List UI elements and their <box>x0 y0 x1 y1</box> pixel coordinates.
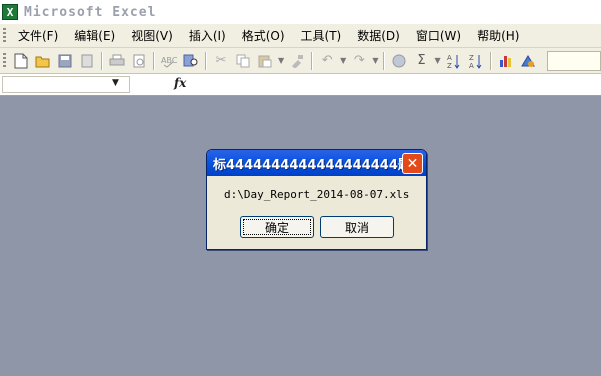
svg-text:A: A <box>447 54 452 62</box>
zoom-box[interactable] <box>547 50 601 71</box>
cut-icon[interactable]: ✂ <box>211 51 231 71</box>
new-icon[interactable] <box>11 51 31 71</box>
dialog-message: d:\Day_Report_2014-08-07.xls <box>224 188 410 201</box>
toolbar-grip-handle[interactable] <box>3 52 6 69</box>
dialog-body: d:\Day_Report_2014-08-07.xls 确定 取消 <box>207 176 426 249</box>
research-icon[interactable] <box>181 51 201 71</box>
name-box-dropdown-icon[interactable]: ▼ <box>112 78 119 88</box>
svg-text:A: A <box>469 62 474 69</box>
svg-text:Z: Z <box>447 62 452 69</box>
paste-dropdown-arrow-icon[interactable]: ▼ <box>278 56 284 65</box>
insert-function-icon[interactable]: fx <box>174 76 186 90</box>
print-preview-icon[interactable] <box>129 51 149 71</box>
menu-help[interactable]: 帮助(H) <box>469 27 527 44</box>
svg-text:ABC: ABC <box>161 56 177 65</box>
menu-tools[interactable]: 工具(T) <box>293 27 350 44</box>
hyperlink-icon[interactable] <box>389 51 409 71</box>
menu-insert[interactable]: 插入(I) <box>181 27 234 44</box>
toolbar-separator <box>311 51 314 70</box>
spelling-icon[interactable]: ABC <box>159 51 179 71</box>
dialog-title: 标4444444444444444444题 <box>213 157 411 173</box>
undo-icon[interactable]: ↶ <box>317 51 337 71</box>
dialog-title-bar[interactable]: 标4444444444444444444题 ✕ <box>207 150 426 176</box>
drawing-icon[interactable] <box>518 51 538 71</box>
window-title: Microsoft Excel <box>24 4 157 20</box>
autosum-dropdown-arrow-icon[interactable]: ▼ <box>434 56 440 65</box>
toolbar-separator <box>489 51 492 70</box>
open-icon[interactable] <box>33 51 53 71</box>
menu-data[interactable]: 数据(D) <box>349 27 408 44</box>
title-bar: X Microsoft Excel <box>0 0 601 24</box>
name-box[interactable] <box>2 76 130 93</box>
copy-icon[interactable] <box>233 51 253 71</box>
menu-file[interactable]: 文件(F) <box>10 27 66 44</box>
sort-descending-icon[interactable]: ZA <box>466 51 486 71</box>
autosum-icon[interactable]: Σ <box>411 51 431 71</box>
ok-button[interactable]: 确定 <box>240 216 314 238</box>
print-icon[interactable] <box>107 51 127 71</box>
redo-dropdown-arrow-icon[interactable]: ▼ <box>372 56 378 65</box>
menubar-grip-handle[interactable] <box>3 27 6 44</box>
message-dialog: 标4444444444444444444题 ✕ d:\Day_Report_20… <box>206 149 427 250</box>
svg-text:Z: Z <box>469 54 474 62</box>
paste-icon[interactable] <box>255 51 275 71</box>
redo-icon[interactable]: ↷ <box>349 51 369 71</box>
chart-wizard-icon[interactable] <box>496 51 516 71</box>
sort-ascending-icon[interactable]: AZ <box>444 51 464 71</box>
menu-view[interactable]: 视图(V) <box>123 27 181 44</box>
close-icon[interactable]: ✕ <box>402 153 423 174</box>
format-painter-icon[interactable] <box>287 51 307 71</box>
cancel-button[interactable]: 取消 <box>320 216 394 238</box>
toolbar-separator <box>383 51 386 70</box>
undo-dropdown-arrow-icon[interactable]: ▼ <box>340 56 346 65</box>
menu-format[interactable]: 格式(O) <box>234 27 293 44</box>
toolbar-separator <box>101 51 103 70</box>
toolbar-separator <box>205 51 207 70</box>
toolbar-separator <box>153 51 155 70</box>
menu-window[interactable]: 窗口(W) <box>408 27 469 44</box>
standard-toolbar: ABC ✂ ▼ ↶ ▼ ↷ ▼ Σ ▼ AZ ZA <box>0 48 601 74</box>
menu-edit[interactable]: 编辑(E) <box>66 27 123 44</box>
excel-app-icon: X <box>2 4 18 20</box>
menu-bar: 文件(F) 编辑(E) 视图(V) 插入(I) 格式(O) 工具(T) 数据(D… <box>0 24 601 48</box>
permission-icon[interactable] <box>77 51 97 71</box>
formula-bar: ▼ fx <box>0 74 601 96</box>
save-icon[interactable] <box>55 51 75 71</box>
